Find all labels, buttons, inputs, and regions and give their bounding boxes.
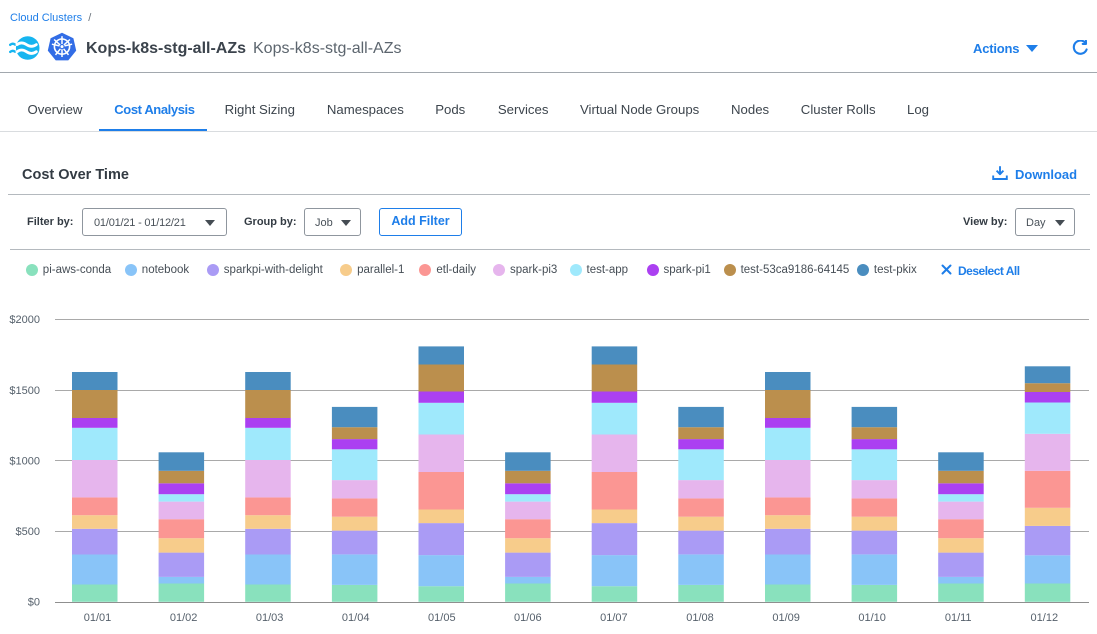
svg-text:01/10: 01/10 xyxy=(858,612,886,624)
svg-text:01/01: 01/01 xyxy=(84,612,112,624)
svg-text:01/08: 01/08 xyxy=(686,612,714,624)
svg-text:01/12: 01/12 xyxy=(1031,612,1059,624)
svg-text:01/04: 01/04 xyxy=(342,612,370,624)
svg-text:$0: $0 xyxy=(28,597,40,609)
svg-text:01/02: 01/02 xyxy=(170,612,198,624)
svg-text:01/07: 01/07 xyxy=(600,612,628,624)
svg-text:01/05: 01/05 xyxy=(428,612,456,624)
svg-text:$1500: $1500 xyxy=(9,385,40,397)
svg-text:$2000: $2000 xyxy=(9,314,40,326)
svg-text:01/03: 01/03 xyxy=(256,612,284,624)
svg-text:01/11: 01/11 xyxy=(945,612,972,624)
svg-text:$500: $500 xyxy=(16,526,40,538)
svg-text:$1000: $1000 xyxy=(9,456,40,468)
svg-text:01/06: 01/06 xyxy=(514,612,542,624)
svg-text:01/09: 01/09 xyxy=(772,612,800,624)
